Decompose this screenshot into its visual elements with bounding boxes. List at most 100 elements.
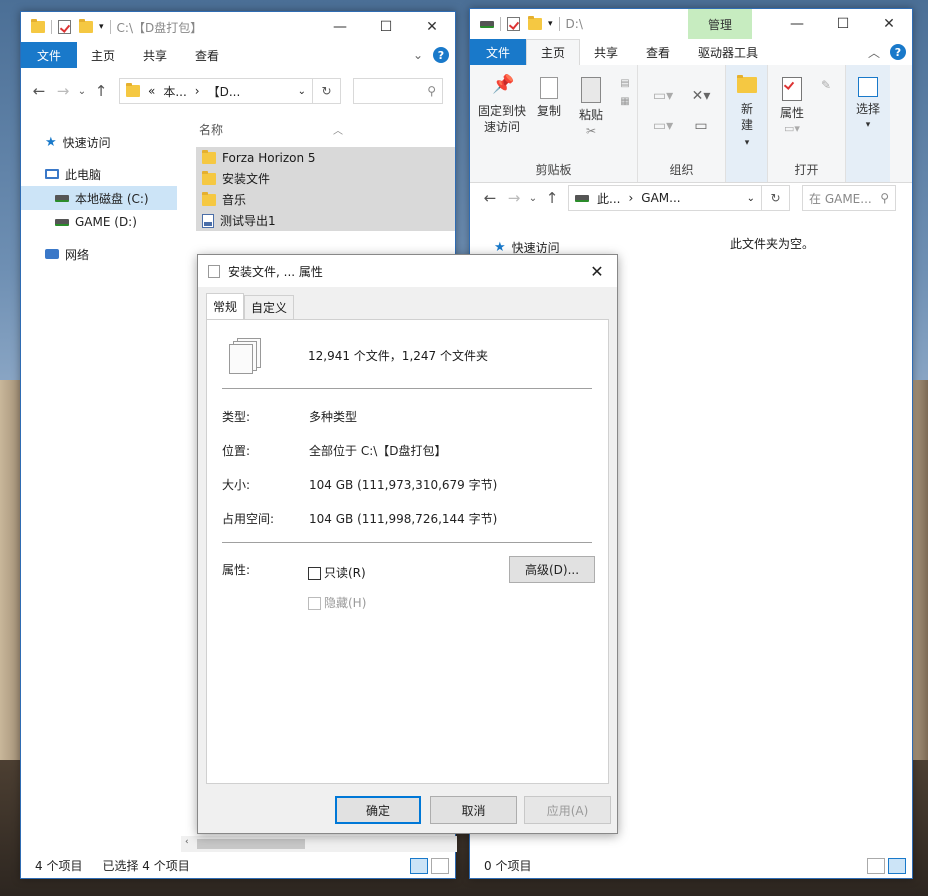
maximize-button[interactable]: ☐ — [820, 9, 866, 39]
tab-general[interactable]: 常规 — [206, 293, 245, 319]
window-title: C:\【D盘打包】 — [116, 20, 203, 35]
select-button[interactable]: 选择 ▾ — [850, 77, 886, 133]
forward-arrow-icon[interactable]: → — [502, 189, 526, 207]
tab-share[interactable]: 共享 — [129, 42, 181, 68]
tab-file[interactable]: 文件 — [470, 39, 526, 65]
ok-button[interactable]: 确定 — [335, 796, 421, 824]
breadcrumb-item[interactable]: 本... — [163, 83, 186, 100]
close-button[interactable]: ✕ — [577, 262, 617, 281]
close-button[interactable]: ✕ — [409, 12, 455, 42]
breadcrumb-overflow[interactable]: « — [148, 84, 155, 98]
minimize-button[interactable]: — — [317, 12, 363, 42]
search-input[interactable]: ⚲ — [353, 78, 443, 104]
window-title: D:\ — [565, 17, 583, 31]
breadcrumb-item[interactable]: 此... — [597, 190, 620, 207]
list-item[interactable]: 音乐 — [196, 189, 455, 210]
tab-home[interactable]: 主页 — [526, 39, 581, 65]
star-icon: ★ — [494, 239, 506, 255]
address-bar[interactable]: 此... › GAM... ⌄ — [568, 185, 762, 211]
tab-home[interactable]: 主页 — [77, 42, 129, 68]
tab-view[interactable]: 查看 — [181, 42, 233, 68]
back-arrow-icon[interactable]: ← — [478, 189, 502, 207]
maximize-button[interactable]: ☐ — [363, 12, 409, 42]
button-label: 新建 — [740, 102, 753, 132]
delete-rename-icons: ✕▾ ▭ — [691, 88, 711, 134]
list-item[interactable]: 安装文件 — [196, 168, 455, 189]
up-arrow-icon[interactable]: ↑ — [540, 189, 564, 207]
prop-label: 占用空间: — [222, 512, 275, 526]
up-arrow-icon[interactable]: ↑ — [89, 82, 113, 100]
file-name: Forza Horizon 5 — [222, 150, 316, 165]
search-input[interactable]: 在 GAME... ⚲ — [802, 185, 896, 211]
properties-quick-icon[interactable] — [58, 20, 71, 34]
status-bar: 0 个项目 — [470, 852, 912, 878]
tab-manage[interactable]: 管理 — [688, 9, 752, 39]
back-arrow-icon[interactable]: ← — [27, 82, 51, 100]
group-label: 剪贴板 — [535, 163, 572, 177]
cancel-button[interactable]: 取消 — [430, 796, 517, 824]
list-item[interactable]: 测试导出1 — [196, 210, 455, 231]
minimize-button[interactable]: — — [774, 9, 820, 39]
nav-drive-c[interactable]: 本地磁盘 (C:) — [21, 186, 177, 210]
details-view-icon[interactable] — [410, 858, 428, 874]
chevron-up-icon[interactable]: ︿ — [868, 44, 880, 61]
list-item[interactable]: Forza Horizon 5 — [196, 147, 455, 168]
apply-button[interactable]: 应用(A) — [524, 796, 611, 824]
address-bar[interactable]: « 本... › 【D... ⌄ — [119, 78, 313, 104]
close-button[interactable]: ✕ — [866, 9, 912, 39]
new-folder-quick-icon[interactable] — [79, 19, 93, 33]
ribbon-group-clipboard: 📌 固定到快速访问 复制 粘贴 ✂ ▤ ▦ 剪贴板 — [470, 65, 638, 182]
prop-label: 类型: — [222, 410, 251, 424]
divider — [222, 388, 592, 389]
breadcrumb-item[interactable]: GAM... — [641, 191, 680, 205]
tab-share[interactable]: 共享 — [580, 39, 632, 65]
nav-this-pc[interactable]: 此电脑 — [21, 162, 177, 186]
large-icons-view-icon[interactable] — [431, 858, 449, 874]
tab-customize[interactable]: 自定义 — [244, 295, 295, 319]
copy-button[interactable]: 复制 — [532, 77, 566, 119]
column-header-name[interactable]: 名称 ︿ — [197, 118, 455, 140]
pin-quick-access-button[interactable]: 📌 固定到快速访问 — [476, 76, 528, 135]
properties-quick-icon[interactable] — [507, 17, 520, 31]
status-item-count: 4 个项目 — [35, 858, 83, 873]
large-icons-view-icon[interactable] — [888, 858, 906, 874]
star-icon: ★ — [45, 134, 57, 150]
qat-dropdown-icon[interactable]: ▾ — [99, 22, 104, 32]
nav-network[interactable]: 网络 — [21, 242, 177, 266]
help-icon[interactable]: ? — [890, 44, 906, 60]
multiple-files-icon — [229, 338, 265, 374]
ribbon-group-select: 选择 ▾ — [846, 65, 890, 182]
scrollbar-thumb[interactable] — [197, 839, 305, 849]
tab-drive-tools[interactable]: 驱动器工具 — [684, 39, 772, 65]
recent-dropdown-icon[interactable]: ⌄ — [526, 193, 540, 204]
paste-button[interactable]: 粘贴 ✂ — [574, 77, 608, 139]
forward-arrow-icon[interactable]: → — [51, 82, 75, 100]
tab-view[interactable]: 查看 — [632, 39, 684, 65]
qat-dropdown-icon[interactable]: ▾ — [548, 19, 553, 29]
breadcrumb-separator: › — [628, 191, 634, 205]
chevron-down-icon[interactable]: ⌄ — [298, 86, 306, 97]
folder-icon — [737, 75, 757, 93]
new-folder-quick-icon[interactable] — [528, 16, 542, 30]
recent-dropdown-icon[interactable]: ⌄ — [75, 86, 89, 97]
chevron-down-icon[interactable]: ⌄ — [747, 193, 755, 204]
properties-button[interactable]: 属性 ▭▾ — [776, 77, 808, 137]
nav-drive-d[interactable]: GAME (D:) — [21, 210, 177, 234]
new-folder-button[interactable]: 新建 ▾ — [730, 75, 764, 151]
advanced-button[interactable]: 高级(D)... — [509, 556, 595, 583]
prop-label: 大小: — [222, 478, 251, 492]
tab-file[interactable]: 文件 — [21, 42, 77, 68]
folder-icon — [202, 149, 216, 164]
refresh-button[interactable]: ↻ — [313, 78, 341, 104]
details-view-icon[interactable] — [867, 858, 885, 874]
nav-quick-access[interactable]: ★ 快速访问 — [21, 130, 177, 154]
group-label: 打开 — [794, 163, 819, 177]
search-placeholder: 在 GAME... — [809, 191, 872, 206]
readonly-checkbox[interactable]: 只读(R) — [308, 564, 366, 581]
refresh-button[interactable]: ↻ — [762, 185, 790, 211]
scissors-icon[interactable]: ✂ — [574, 123, 608, 139]
chevron-down-icon[interactable]: ⌄ — [413, 48, 423, 62]
horizontal-scrollbar[interactable]: ‹ — [181, 836, 457, 852]
breadcrumb-item[interactable]: 【D... — [208, 83, 241, 100]
help-icon[interactable]: ? — [433, 47, 449, 63]
